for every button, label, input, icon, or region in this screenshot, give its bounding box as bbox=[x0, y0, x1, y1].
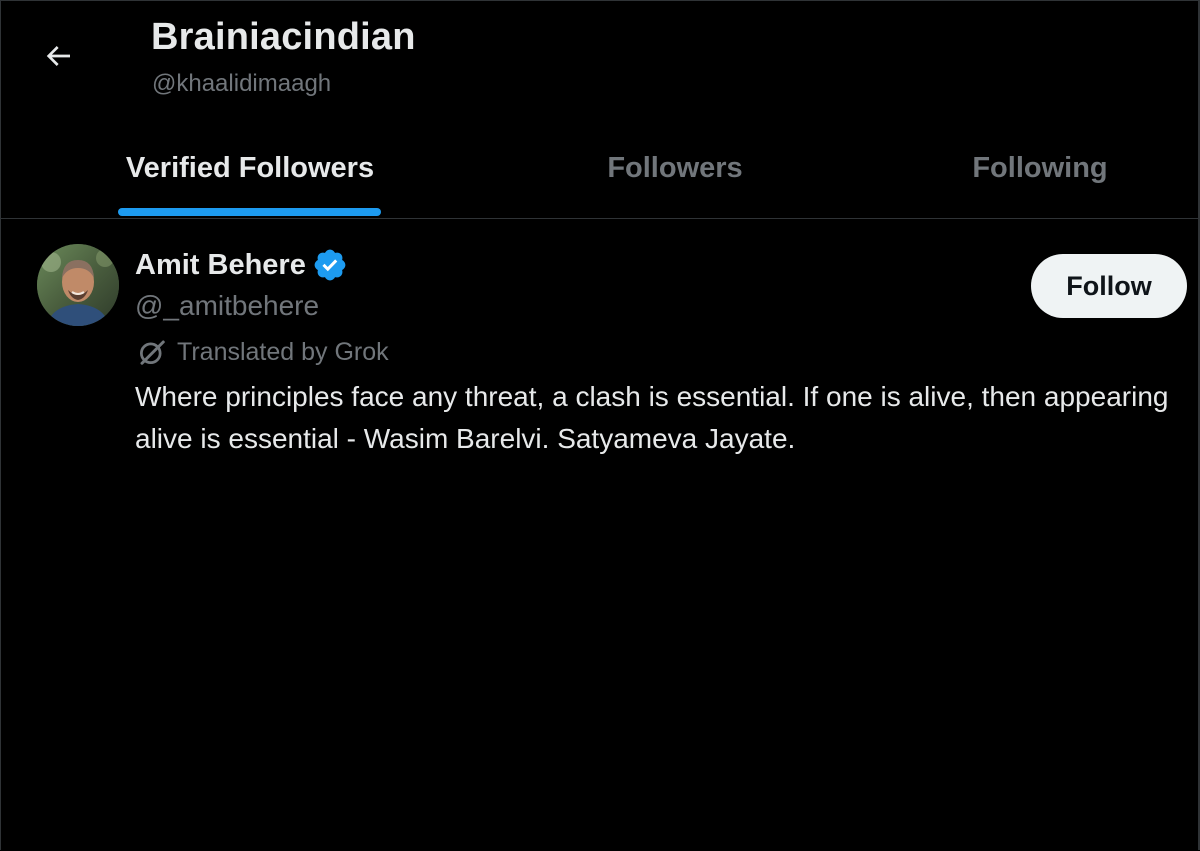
verified-badge-icon bbox=[312, 247, 348, 283]
user-bio: Where principles face any threat, a clas… bbox=[135, 381, 1169, 454]
user-list-item[interactable]: Amit Behere @_amitbehere Translated by G… bbox=[0, 220, 1200, 480]
translated-by-grok[interactable]: Translated by Grok bbox=[137, 337, 389, 367]
tab-following[interactable]: Following bbox=[905, 118, 1175, 218]
arrow-left-icon bbox=[46, 46, 70, 66]
page-handle: @khaalidimaagh bbox=[152, 70, 332, 97]
user-name[interactable]: Amit Behere bbox=[135, 249, 306, 282]
tab-bar: Verified Followers Followers Following bbox=[0, 118, 1200, 219]
user-name-line: Amit Behere bbox=[135, 247, 348, 283]
profile-header: Brainiacindian @khaalidimaagh bbox=[0, 0, 1200, 110]
active-tab-indicator bbox=[118, 208, 381, 216]
tab-verified-followers[interactable]: Verified Followers bbox=[70, 118, 430, 218]
translated-label: Translated by Grok bbox=[177, 337, 389, 366]
grok-icon bbox=[137, 337, 167, 367]
page-title: Brainiacindian bbox=[151, 16, 416, 58]
user-handle: @_amitbehere bbox=[135, 290, 320, 321]
back-button[interactable] bbox=[32, 34, 84, 78]
follow-button[interactable]: Follow bbox=[1031, 254, 1187, 318]
avatar[interactable] bbox=[37, 244, 119, 326]
tab-followers[interactable]: Followers bbox=[540, 118, 810, 218]
avatar-image bbox=[37, 244, 119, 326]
